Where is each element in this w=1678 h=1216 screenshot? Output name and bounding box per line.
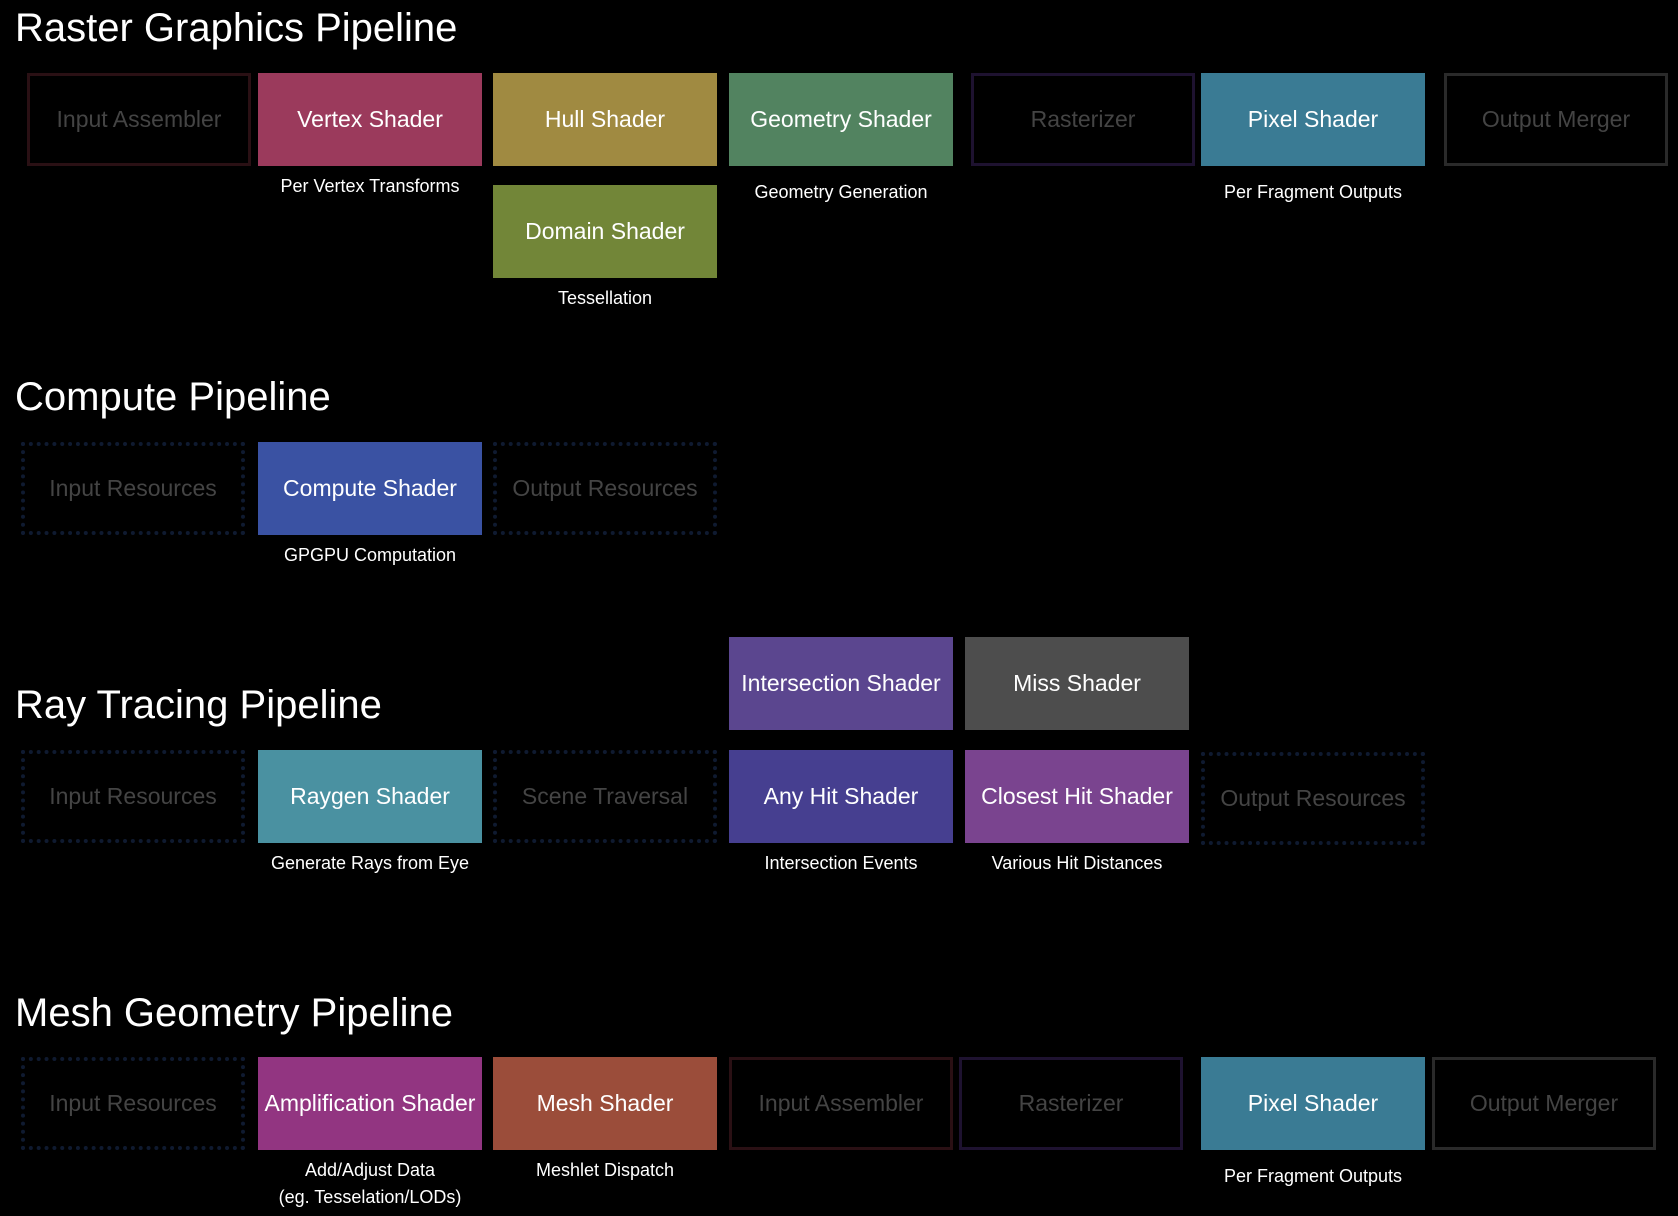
tessellation-caption: Tessellation (557, 288, 653, 308)
raster-rasterizer-box[interactable]: Rasterizer (971, 73, 1195, 166)
mesh-output-merger-box[interactable]: Output Merger (1432, 1057, 1656, 1150)
mesh-pixel-shader-box[interactable]: Pixel Shader (1201, 1057, 1425, 1150)
ray-scene-traversal-box[interactable]: Scene Traversal (493, 750, 717, 843)
compute-pipeline-title: Compute Pipeline (15, 375, 331, 419)
mesh-input-assembler-box[interactable]: Input Assembler (729, 1057, 953, 1150)
compute-output-resources-box[interactable]: Output Resources (493, 442, 717, 535)
ray-input-resources-box[interactable]: Input Resources (21, 750, 245, 843)
mesh-shader-box[interactable]: Mesh Shader (493, 1057, 717, 1150)
raster-input-assembler-box[interactable]: Input Assembler (27, 73, 251, 166)
ray-miss-shader-box[interactable]: Miss Shader (965, 637, 1189, 730)
raygen-shader-caption: Generate Rays from Eye (270, 853, 470, 873)
ray-intersection-shader-box[interactable]: Intersection Shader (729, 637, 953, 730)
vertex-shader-caption: Per Vertex Transforms (280, 176, 460, 196)
ray-any-hit-shader-box[interactable]: Any Hit Shader (729, 750, 953, 843)
raster-vertex-shader-box[interactable]: Vertex Shader (258, 73, 482, 166)
raster-domain-shader-box[interactable]: Domain Shader (493, 185, 717, 278)
amplification-caption-line1: Add/Adjust Data (304, 1160, 436, 1180)
mesh-pipeline-title: Mesh Geometry Pipeline (15, 991, 453, 1035)
raster-output-merger-box[interactable]: Output Merger (1444, 73, 1668, 166)
raster-pixel-shader-box[interactable]: Pixel Shader (1201, 73, 1425, 166)
mesh-amplification-shader-box[interactable]: Amplification Shader (258, 1057, 482, 1150)
compute-shader-caption: GPGPU Computation (283, 545, 457, 565)
ray-raygen-shader-box[interactable]: Raygen Shader (258, 750, 482, 843)
ray-tracing-pipeline-title: Ray Tracing Pipeline (15, 683, 382, 727)
mesh-input-resources-box[interactable]: Input Resources (21, 1057, 245, 1150)
amplification-caption-line2: (eg. Tesselation/LODs) (278, 1187, 462, 1207)
compute-shader-box[interactable]: Compute Shader (258, 442, 482, 535)
geometry-shader-caption: Geometry Generation (754, 182, 928, 202)
pixel-shader-caption: Per Fragment Outputs (1223, 182, 1403, 202)
raster-pipeline-title: Raster Graphics Pipeline (15, 6, 458, 50)
ray-closest-hit-shader-box[interactable]: Closest Hit Shader (965, 750, 1189, 843)
mesh-rasterizer-box[interactable]: Rasterizer (959, 1057, 1183, 1150)
raster-hull-shader-box[interactable]: Hull Shader (493, 73, 717, 166)
mesh-shader-caption: Meshlet Dispatch (535, 1160, 675, 1180)
ray-output-resources-box[interactable]: Output Resources (1201, 752, 1425, 845)
mesh-pixel-shader-caption: Per Fragment Outputs (1223, 1166, 1403, 1186)
compute-input-resources-box[interactable]: Input Resources (21, 442, 245, 535)
raster-geometry-shader-box[interactable]: Geometry Shader (729, 73, 953, 166)
closest-hit-shader-caption: Various Hit Distances (991, 853, 1163, 873)
any-hit-shader-caption: Intersection Events (764, 853, 918, 873)
